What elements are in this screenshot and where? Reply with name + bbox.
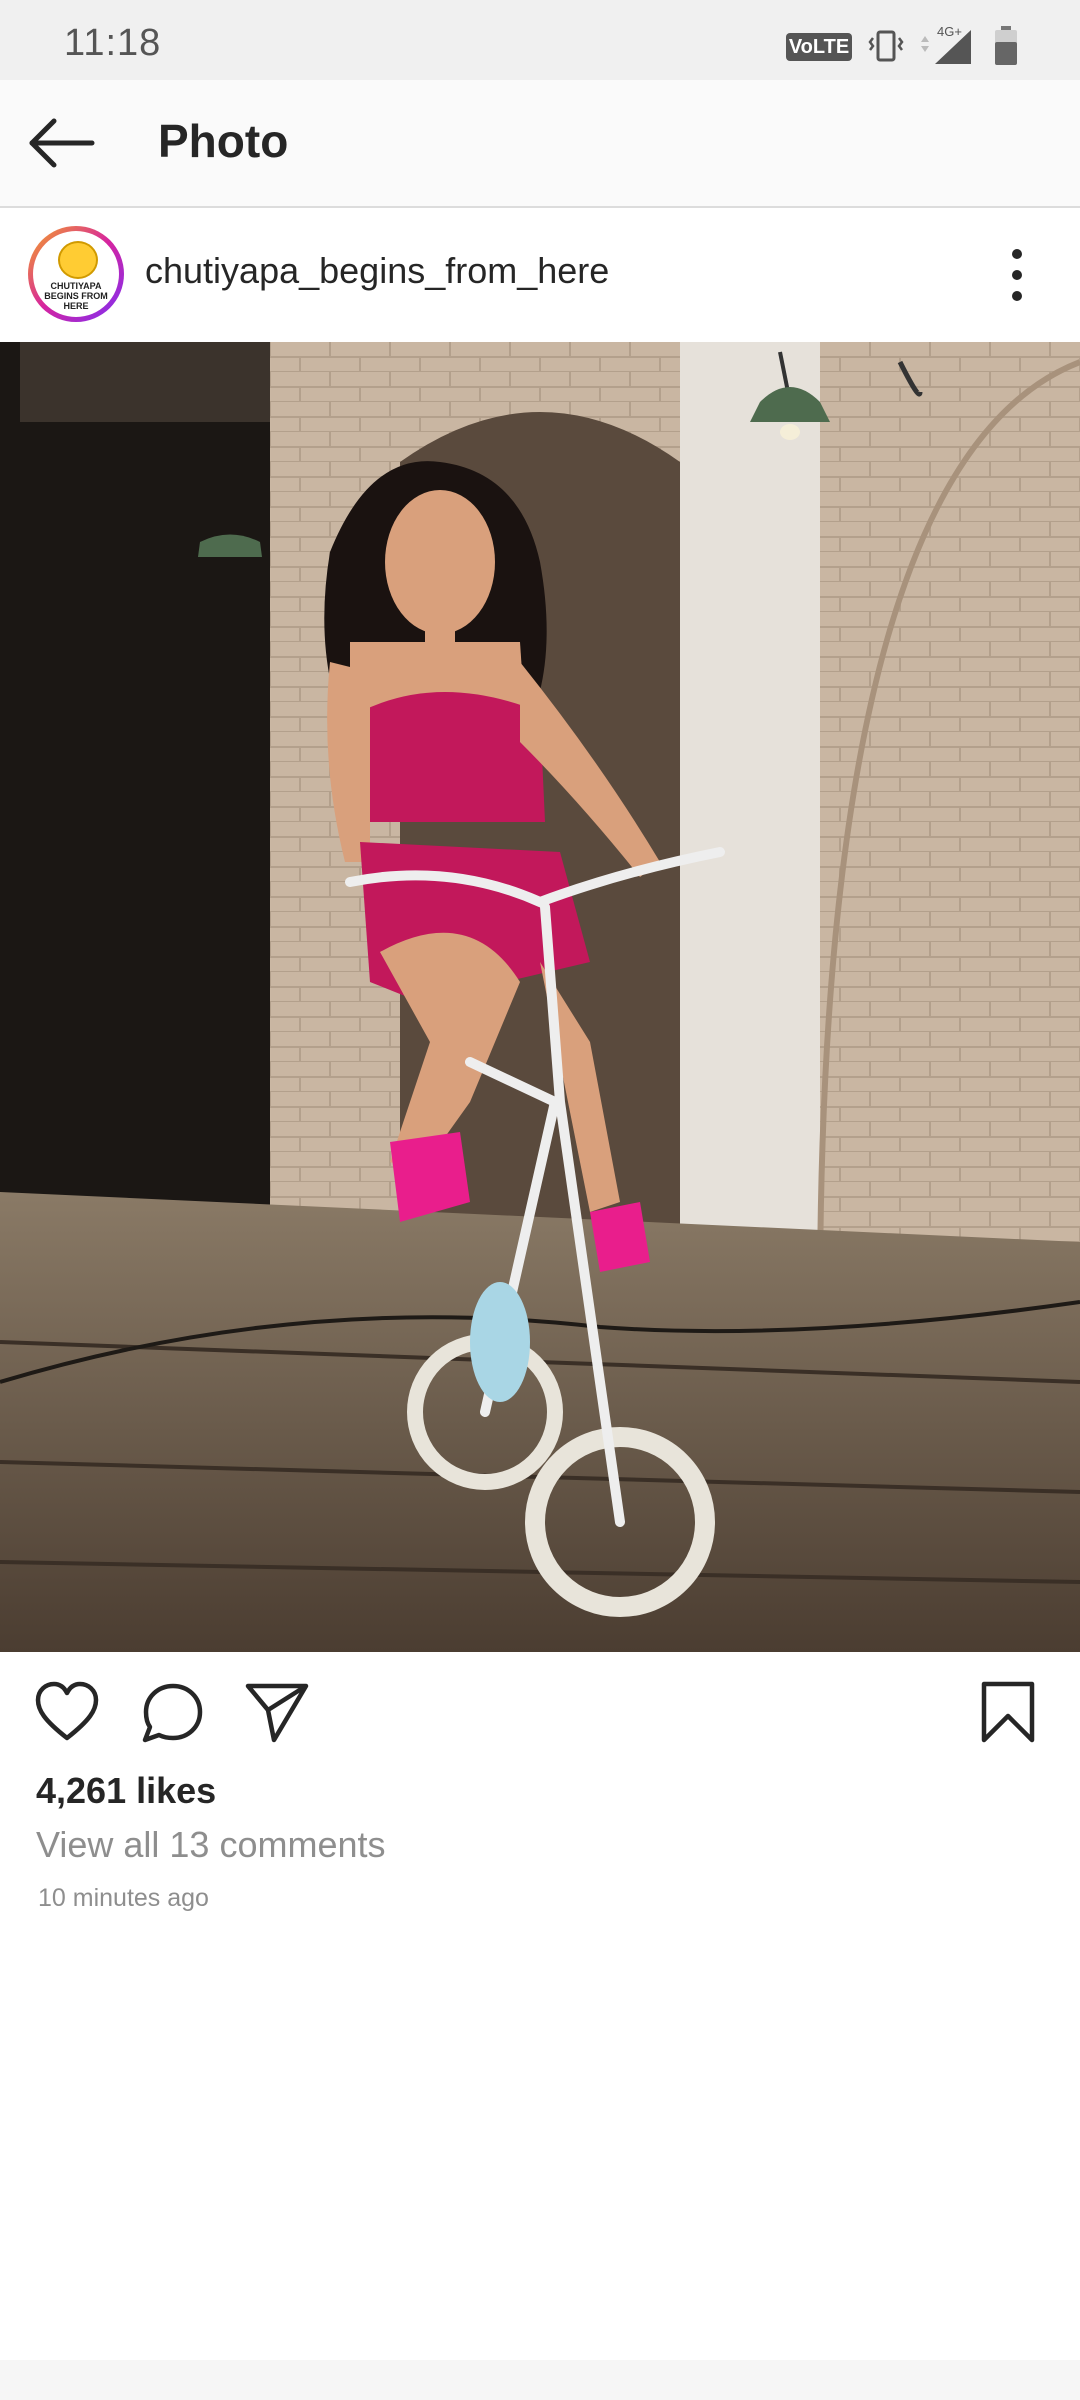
- avatar-logo-text: CHUTIYAPA BEGINS FROM HERE: [44, 281, 108, 311]
- arrow-left-icon: [29, 118, 95, 168]
- vibrate-icon: [868, 30, 904, 62]
- like-button[interactable]: [34, 1680, 100, 1744]
- post-photo[interactable]: [0, 342, 1080, 1652]
- volte-badge: VoLTE: [786, 33, 852, 61]
- page-title: Photo: [158, 115, 289, 167]
- post-timestamp: 10 minutes ago: [38, 1884, 209, 1912]
- bottom-bar: [0, 2360, 1080, 2400]
- comment-icon: [142, 1683, 203, 1743]
- avatar[interactable]: CHUTIYAPA BEGINS FROM HERE: [28, 226, 124, 322]
- more-options-button[interactable]: [1000, 244, 1034, 306]
- laughing-emoji-icon: [58, 241, 98, 279]
- status-bar: 11:18 VoLTE 4G+: [0, 0, 1080, 80]
- vertical-dots-icon: [1012, 249, 1022, 301]
- app-bar: Photo: [0, 80, 1080, 208]
- back-button[interactable]: [22, 112, 98, 174]
- likes-count[interactable]: 4,261 likes: [36, 1770, 216, 1812]
- comment-button[interactable]: [140, 1680, 206, 1744]
- share-button[interactable]: [244, 1680, 310, 1744]
- status-time: 11:18: [64, 22, 162, 64]
- view-comments-link[interactable]: View all 13 comments: [36, 1824, 386, 1866]
- heart-icon: [35, 1681, 99, 1741]
- bookmark-icon: [981, 1681, 1035, 1743]
- network-type-label: 4G+: [937, 24, 962, 39]
- signal-icon: 4G+: [921, 24, 971, 64]
- save-button[interactable]: [980, 1680, 1036, 1744]
- username[interactable]: chutiyapa_begins_from_here: [145, 250, 609, 292]
- send-icon: [245, 1683, 309, 1743]
- post-header: CHUTIYAPA BEGINS FROM HERE chutiyapa_beg…: [0, 208, 1080, 342]
- battery-icon: [995, 26, 1017, 65]
